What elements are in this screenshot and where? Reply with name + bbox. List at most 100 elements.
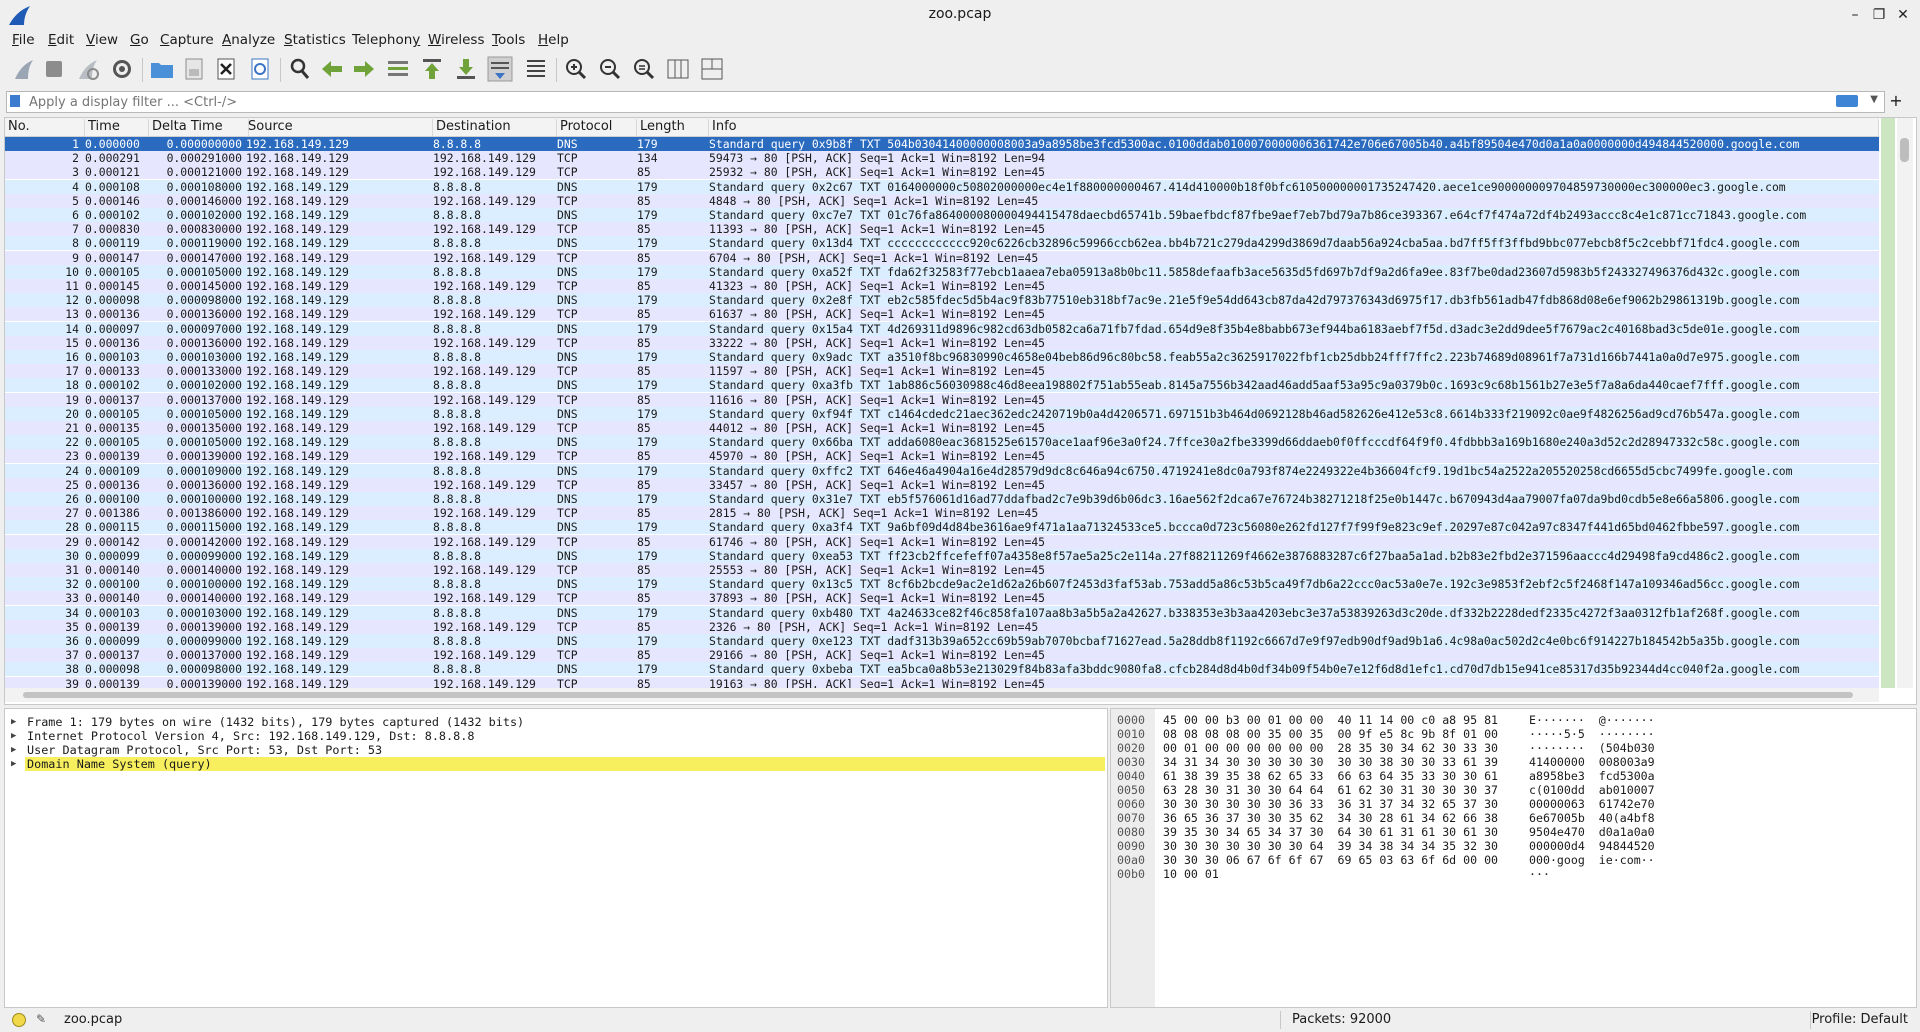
add-filter-button[interactable]: + bbox=[1886, 91, 1906, 111]
packet-list-horizontal-scrollbar[interactable] bbox=[5, 688, 1879, 702]
column-header-destination[interactable]: Destination bbox=[433, 119, 557, 136]
packet-row[interactable]: 18 0.000102 0.000102000 192.168.149.129 8.8.… bbox=[5, 378, 1879, 393]
expand-arrow-icon[interactable]: ▶ bbox=[11, 729, 16, 743]
scrollbar-thumb[interactable] bbox=[23, 692, 1853, 698]
zoom-in-icon[interactable] bbox=[562, 55, 590, 83]
column-header-info[interactable]: Info bbox=[709, 119, 1879, 136]
packet-row[interactable]: 38 0.000098 0.000098000 192.168.149.129 8.8.… bbox=[5, 662, 1879, 677]
detail-tree-item[interactable]: ▶ Domain Name System (query) bbox=[5, 757, 1105, 771]
menu-view[interactable]: View bbox=[86, 32, 118, 48]
bytes-row[interactable]: 0000 45 00 00 b3 00 01 00 00 40 11 14 00 … bbox=[1111, 713, 1911, 727]
first-packet-icon[interactable] bbox=[418, 55, 446, 83]
packet-row[interactable]: 36 0.000099 0.000099000 192.168.149.129 8.8.… bbox=[5, 634, 1879, 648]
last-packet-icon[interactable] bbox=[452, 55, 480, 83]
apply-filter-arrow-icon[interactable] bbox=[1836, 95, 1858, 107]
packet-row[interactable]: 14 0.000097 0.000097000 192.168.149.129 8.8.… bbox=[5, 321, 1879, 336]
restart-capture-icon[interactable] bbox=[74, 55, 102, 83]
detail-tree-item[interactable]: ▶ Frame 1: 179 bytes on wire (1432 bits),… bbox=[5, 715, 1105, 729]
packet-row[interactable]: 4 0.000108 0.000108000 192.168.149.129 8.8.8… bbox=[5, 179, 1879, 194]
packet-row[interactable]: 37 0.000137 0.000137000 192.168.149.129 192.… bbox=[5, 648, 1879, 663]
resize-columns-icon[interactable] bbox=[664, 55, 692, 83]
go-to-packet-icon[interactable] bbox=[384, 55, 412, 83]
packet-row[interactable]: 1 0.000000 0.000000000 192.168.149.129 8.8.8… bbox=[5, 137, 1879, 151]
minimize-button[interactable]: – bbox=[1844, 4, 1866, 26]
detail-tree-item[interactable]: ▶ User Datagram Protocol, Src Port: 53, D… bbox=[5, 743, 1105, 757]
stop-capture-icon[interactable] bbox=[40, 55, 68, 83]
menu-telephony[interactable]: Telephony bbox=[352, 32, 420, 48]
menu-file[interactable]: File bbox=[12, 32, 35, 48]
packet-row[interactable]: 20 0.000105 0.000105000 192.168.149.129 8.8.… bbox=[5, 406, 1879, 421]
packet-row[interactable]: 30 0.000099 0.000099000 192.168.149.129 8.8.… bbox=[5, 548, 1879, 563]
packet-row[interactable]: 19 0.000137 0.000137000 192.168.149.129 192.… bbox=[5, 392, 1879, 407]
column-header-time[interactable]: Time bbox=[85, 119, 149, 136]
bytes-row[interactable]: 0020 00 01 00 00 00 00 00 00 28 35 30 34 … bbox=[1111, 741, 1911, 755]
packet-row[interactable]: 17 0.000133 0.000133000 192.168.149.129 192.… bbox=[5, 364, 1879, 379]
packet-row[interactable]: 10 0.000105 0.000105000 192.168.149.129 8.8.… bbox=[5, 264, 1879, 279]
packet-row[interactable]: 27 0.001386 0.001386000 192.168.149.129 192.… bbox=[5, 506, 1879, 521]
bytes-row[interactable]: 0060 30 30 30 30 30 30 36 33 36 31 37 34 … bbox=[1111, 797, 1911, 811]
packet-row[interactable]: 8 0.000119 0.000119000 192.168.149.129 8.8.8… bbox=[5, 236, 1879, 251]
menu-help[interactable]: Help bbox=[538, 32, 569, 48]
packet-row[interactable]: 11 0.000145 0.000145000 192.168.149.129 192.… bbox=[5, 279, 1879, 293]
zoom-out-icon[interactable] bbox=[596, 55, 624, 83]
column-header-delta-time[interactable]: Delta Time bbox=[149, 119, 249, 136]
packet-row[interactable]: 24 0.000109 0.000109000 192.168.149.129 8.8.… bbox=[5, 463, 1879, 478]
bytes-row[interactable]: 0040 61 38 39 35 38 62 65 33 66 63 64 35 … bbox=[1111, 769, 1911, 783]
bytes-row[interactable]: 0080 39 35 30 34 65 34 37 30 64 30 61 31 … bbox=[1111, 825, 1911, 839]
packet-row[interactable]: 23 0.000139 0.000139000 192.168.149.129 192.… bbox=[5, 449, 1879, 464]
column-header-length[interactable]: Length bbox=[637, 119, 709, 136]
layout-panes-icon[interactable] bbox=[698, 55, 726, 83]
packet-row[interactable]: 32 0.000100 0.000100000 192.168.149.129 8.8.… bbox=[5, 577, 1879, 592]
expand-arrow-icon[interactable]: ▶ bbox=[11, 757, 16, 771]
packet-row[interactable]: 31 0.000140 0.000140000 192.168.149.129 192.… bbox=[5, 563, 1879, 577]
packet-row[interactable]: 35 0.000139 0.000139000 192.168.149.129 192.… bbox=[5, 619, 1879, 634]
bytes-row[interactable]: 00a0 30 30 30 06 67 6f 6f 67 69 65 03 63 … bbox=[1111, 853, 1911, 867]
menu-analyze[interactable]: Analyze bbox=[222, 32, 275, 48]
capture-options-gear-icon[interactable] bbox=[108, 55, 136, 83]
packet-row[interactable]: 7 0.000830 0.000830000 192.168.149.129 192.1… bbox=[5, 222, 1879, 237]
column-header-source[interactable]: Source bbox=[245, 119, 433, 136]
go-forward-arrow-icon[interactable] bbox=[350, 55, 378, 83]
display-filter-input[interactable] bbox=[27, 92, 1821, 112]
open-folder-icon[interactable] bbox=[148, 55, 176, 83]
reload-file-icon[interactable] bbox=[246, 55, 274, 83]
packet-row[interactable]: 3 0.000121 0.000121000 192.168.149.129 192.1… bbox=[5, 165, 1879, 180]
column-header-protocol[interactable]: Protocol bbox=[557, 119, 637, 136]
packet-row[interactable]: 12 0.000098 0.000098000 192.168.149.129 8.8.… bbox=[5, 293, 1879, 308]
expand-arrow-icon[interactable]: ▶ bbox=[11, 743, 16, 757]
filter-history-dropdown-icon[interactable]: ▼ bbox=[1870, 94, 1878, 105]
bytes-row[interactable]: 0010 08 08 08 08 00 35 00 35 00 9f e5 8c … bbox=[1111, 727, 1911, 741]
packet-row[interactable]: 9 0.000147 0.000147000 192.168.149.129 192.1… bbox=[5, 250, 1879, 265]
bytes-row[interactable]: 0090 30 30 30 30 30 30 30 64 39 34 38 34 … bbox=[1111, 839, 1911, 853]
menu-capture[interactable]: Capture bbox=[160, 32, 214, 48]
packet-row[interactable]: 25 0.000136 0.000136000 192.168.149.129 192.… bbox=[5, 477, 1879, 492]
packet-row[interactable]: 34 0.000103 0.000103000 192.168.149.129 8.8.… bbox=[5, 605, 1879, 620]
auto-scroll-icon[interactable] bbox=[486, 55, 514, 83]
capture-comment-edit-icon[interactable]: ✎ bbox=[36, 1012, 46, 1026]
expand-arrow-icon[interactable]: ▶ bbox=[11, 715, 16, 729]
expert-info-indicator-icon[interactable] bbox=[12, 1013, 26, 1027]
normal-size-icon[interactable] bbox=[630, 55, 658, 83]
packet-row[interactable]: 21 0.000135 0.000135000 192.168.149.129 192.… bbox=[5, 421, 1879, 435]
packet-row[interactable]: 5 0.000146 0.000146000 192.168.149.129 192.1… bbox=[5, 193, 1879, 208]
packet-row[interactable]: 16 0.000103 0.000103000 192.168.149.129 8.8.… bbox=[5, 350, 1879, 364]
bookmark-icon[interactable] bbox=[10, 95, 20, 107]
packet-row[interactable]: 29 0.000142 0.000142000 192.168.149.129 192.… bbox=[5, 534, 1879, 549]
menu-tools[interactable]: Tools bbox=[492, 32, 525, 48]
menu-edit[interactable]: Edit bbox=[48, 32, 74, 48]
colorize-list-icon[interactable] bbox=[522, 55, 550, 83]
start-capture-fin-icon[interactable] bbox=[10, 55, 38, 83]
packet-row[interactable]: 22 0.000105 0.000105000 192.168.149.129 8.8.… bbox=[5, 435, 1879, 450]
status-profile[interactable]: Profile: Default bbox=[1812, 1012, 1908, 1027]
save-file-icon[interactable] bbox=[180, 55, 208, 83]
menu-statistics[interactable]: Statistics bbox=[284, 32, 346, 48]
packet-row[interactable]: 28 0.000115 0.000115000 192.168.149.129 8.8.… bbox=[5, 520, 1879, 535]
packet-row[interactable]: 33 0.000140 0.000140000 192.168.149.129 192.… bbox=[5, 591, 1879, 606]
packet-row[interactable]: 15 0.000136 0.000136000 192.168.149.129 192.… bbox=[5, 335, 1879, 350]
packet-row[interactable]: 39 0.000139 0.000139000 192.168.149.129 192.… bbox=[5, 676, 1879, 688]
packet-row[interactable]: 2 0.000291 0.000291000 192.168.149.129 192.1… bbox=[5, 151, 1879, 166]
column-header-no[interactable]: No. bbox=[5, 119, 85, 136]
bytes-row[interactable]: 0070 36 65 36 37 30 30 35 62 34 30 28 61 … bbox=[1111, 811, 1911, 825]
bytes-row[interactable]: 0050 63 28 30 31 30 30 64 64 61 62 30 31 … bbox=[1111, 783, 1911, 797]
packet-row[interactable]: 6 0.000102 0.000102000 192.168.149.129 8.8.8… bbox=[5, 208, 1879, 222]
